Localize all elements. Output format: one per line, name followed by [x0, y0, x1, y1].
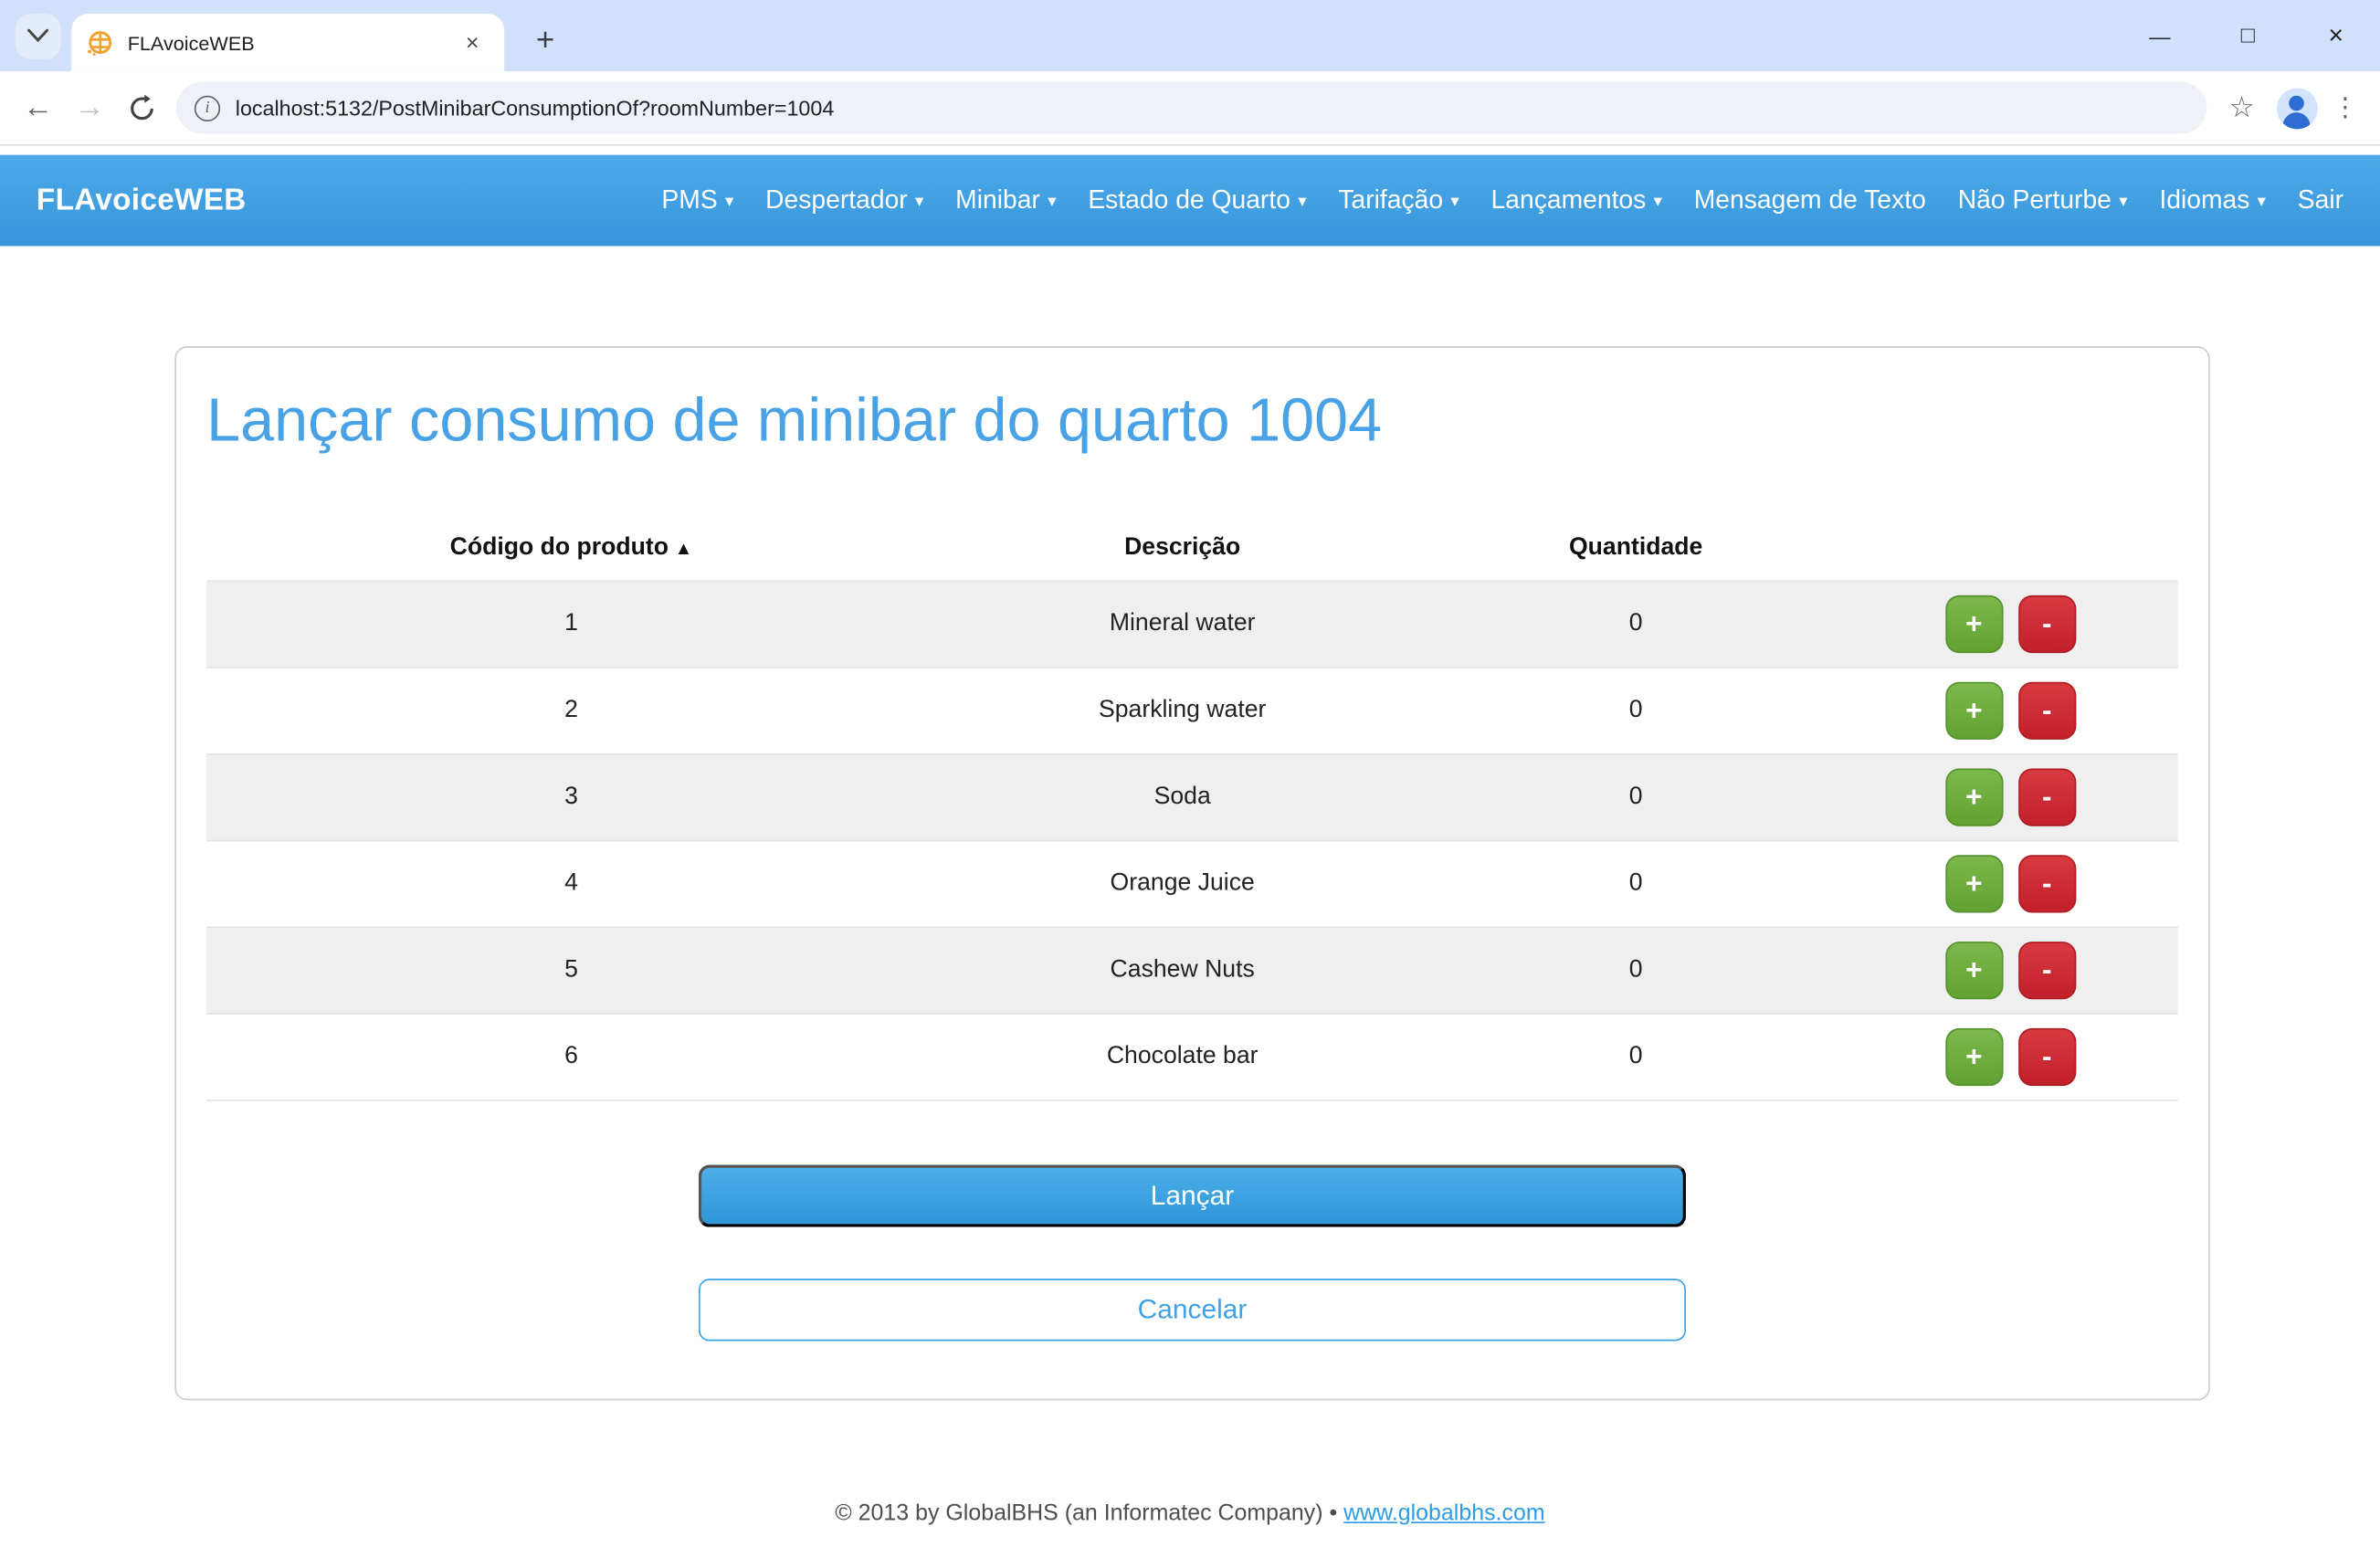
window-close-button[interactable]: ×: [2292, 0, 2380, 71]
caret-down-icon: ▾: [915, 190, 923, 211]
profile-button[interactable]: [2270, 82, 2322, 134]
header-description[interactable]: Descrição: [936, 522, 1429, 581]
cancel-button[interactable]: Cancelar: [699, 1279, 1686, 1341]
decrement-button[interactable]: -: [2018, 595, 2076, 653]
site-navbar: FLAvoiceWEB PMS ▾ Despertador ▾ Minibar …: [0, 155, 2380, 247]
avatar: [2276, 88, 2317, 129]
browser-tab[interactable]: FLAvoiceWEB ×: [71, 14, 504, 71]
product-quantity: 0: [1429, 581, 1843, 668]
minimize-button[interactable]: —: [2116, 0, 2204, 71]
product-quantity: 0: [1429, 668, 1843, 754]
nav-item-mensagem-de-texto[interactable]: Mensagem de Texto: [1694, 185, 1926, 216]
browser-toolbar: ← → i localhost:5132/PostMinibarConsumpt…: [0, 71, 2380, 145]
site-footer: © 2013 by GlobalBHS (an Informatec Compa…: [0, 1500, 2380, 1526]
product-code: 2: [206, 668, 936, 754]
forward-button[interactable]: →: [64, 82, 116, 134]
table-row: 4 Orange Juice 0 + -: [206, 840, 2178, 927]
nav-menu: PMS ▾ Despertador ▾ Minibar ▾ Estado de …: [661, 185, 2343, 216]
decrement-button[interactable]: -: [2018, 769, 2076, 826]
decrement-button[interactable]: -: [2018, 682, 2076, 740]
site-info-icon[interactable]: i: [195, 95, 220, 121]
table-row: 3 Soda 0 + -: [206, 754, 2178, 841]
product-description: Cashew Nuts: [936, 927, 1429, 1014]
product-code: 4: [206, 840, 936, 927]
nav-item-pms[interactable]: PMS ▾: [661, 185, 733, 216]
header-quantity[interactable]: Quantidade: [1429, 522, 1843, 581]
browser-window: FLAvoiceWEB × + — □ × ← → i localhost:51…: [0, 0, 2380, 1547]
table-header-row: Código do produto▲ Descrição Quantidade: [206, 522, 2178, 581]
table-row: 1 Mineral water 0 + -: [206, 581, 2178, 668]
nav-item-estado-de-quarto[interactable]: Estado de Quarto ▾: [1088, 185, 1306, 216]
brand-logo[interactable]: FLAvoiceWEB: [37, 183, 247, 217]
web-page: FLAvoiceWEB PMS ▾ Despertador ▾ Minibar …: [0, 155, 2380, 1527]
increment-button[interactable]: +: [1945, 769, 2003, 826]
nav-item-sair[interactable]: Sair: [2298, 185, 2343, 216]
tab-search-button[interactable]: [16, 13, 61, 58]
nav-item-nao-perturbe[interactable]: Não Perturbe ▾: [1958, 185, 2128, 216]
browser-menu-icon[interactable]: ⋮: [2322, 82, 2368, 134]
decrement-button[interactable]: -: [2018, 855, 2076, 912]
reload-button[interactable]: [115, 82, 167, 134]
header-product-code[interactable]: Código do produto▲: [206, 522, 936, 581]
submit-button[interactable]: Lançar: [699, 1165, 1686, 1227]
tab-close-icon[interactable]: ×: [456, 26, 490, 59]
caret-down-icon: ▾: [1048, 190, 1056, 211]
new-tab-button[interactable]: +: [522, 18, 568, 64]
sort-asc-icon: ▲: [675, 538, 693, 559]
caret-down-icon: ▾: [1298, 190, 1306, 211]
product-description: Soda: [936, 754, 1429, 841]
nav-item-lancamentos[interactable]: Lançamentos ▾: [1491, 185, 1662, 216]
increment-button[interactable]: +: [1945, 855, 2003, 912]
copyright-text: © 2013 by GlobalBHS (an Informatec Compa…: [835, 1500, 1337, 1526]
nav-item-tarifacao[interactable]: Tarifação ▾: [1338, 185, 1459, 216]
page-title: Lançar consumo de minibar do quarto 1004: [206, 387, 2178, 456]
chevron-down-icon: [27, 29, 48, 43]
tab-title: FLAvoiceWEB: [128, 31, 456, 54]
product-description: Chocolate bar: [936, 1014, 1429, 1100]
maximize-button[interactable]: □: [2204, 0, 2291, 71]
table-row: 2 Sparkling water 0 + -: [206, 668, 2178, 754]
url-text[interactable]: localhost:5132/PostMinibarConsumptionOf?…: [236, 96, 835, 121]
tab-strip: FLAvoiceWEB × + — □ ×: [0, 0, 2380, 71]
caret-down-icon: ▾: [1450, 190, 1459, 211]
table-row: 5 Cashew Nuts 0 + -: [206, 927, 2178, 1014]
decrement-button[interactable]: -: [2018, 942, 2076, 999]
products-table: Código do produto▲ Descrição Quantidade …: [206, 522, 2178, 1101]
product-code: 5: [206, 927, 936, 1014]
increment-button[interactable]: +: [1945, 942, 2003, 999]
bookmark-star-icon[interactable]: ☆: [2216, 82, 2268, 134]
nav-item-despertador[interactable]: Despertador ▾: [765, 185, 923, 216]
table-row: 6 Chocolate bar 0 + -: [206, 1014, 2178, 1100]
address-bar[interactable]: i localhost:5132/PostMinibarConsumptionO…: [176, 82, 2206, 134]
increment-button[interactable]: +: [1945, 682, 2003, 740]
nav-item-minibar[interactable]: Minibar ▾: [955, 185, 1056, 216]
product-quantity: 0: [1429, 927, 1843, 1014]
product-description: Mineral water: [936, 581, 1429, 668]
product-code: 1: [206, 581, 936, 668]
nav-item-idiomas[interactable]: Idiomas ▾: [2159, 185, 2266, 216]
window-controls: — □ ×: [2116, 0, 2380, 71]
increment-button[interactable]: +: [1945, 595, 2003, 653]
favicon-icon: [87, 29, 114, 57]
caret-down-icon: ▾: [1654, 190, 1662, 211]
product-quantity: 0: [1429, 1014, 1843, 1100]
reload-icon: [127, 93, 156, 122]
caret-down-icon: ▾: [725, 190, 733, 211]
product-quantity: 0: [1429, 840, 1843, 927]
product-description: Orange Juice: [936, 840, 1429, 927]
product-description: Sparkling water: [936, 668, 1429, 754]
minibar-consumption-card: Lançar consumo de minibar do quarto 1004…: [174, 346, 2209, 1400]
product-quantity: 0: [1429, 754, 1843, 841]
product-code: 6: [206, 1014, 936, 1100]
product-code: 3: [206, 754, 936, 841]
back-button[interactable]: ←: [12, 82, 64, 134]
caret-down-icon: ▾: [2119, 190, 2127, 211]
decrement-button[interactable]: -: [2018, 1028, 2076, 1086]
header-actions: [1843, 522, 2178, 581]
increment-button[interactable]: +: [1945, 1028, 2003, 1086]
footer-link[interactable]: www.globalbhs.com: [1343, 1500, 1544, 1526]
caret-down-icon: ▾: [2258, 190, 2266, 211]
